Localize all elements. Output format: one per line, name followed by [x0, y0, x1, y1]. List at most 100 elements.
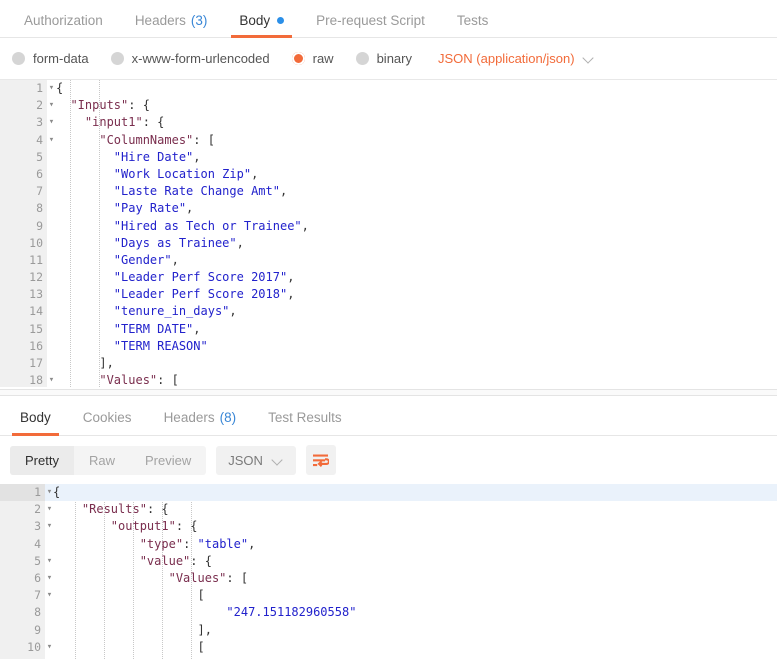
code-text: [ [45, 587, 777, 604]
response-body-editor[interactable]: 1▾{2▾ "Results": {3▾ "output1": {4 "type… [0, 484, 777, 659]
request-body-type-bar: form-datax-www-form-urlencodedrawbinary … [0, 38, 777, 80]
code-text: "type": "table", [45, 536, 777, 553]
request-panel: Authorization Headers(3) Body Pre-request S… [0, 0, 777, 389]
code-text: "Leader Perf Score 2018", [47, 286, 777, 303]
response-tab-headers[interactable]: Headers (8) [148, 411, 253, 436]
code-text: "Pay Rate", [47, 200, 777, 217]
tab-tests[interactable]: Tests [441, 14, 505, 38]
code-line: 9 ], [0, 622, 777, 639]
line-number: 4▾ [0, 132, 47, 149]
view-mode-raw[interactable]: Raw [74, 446, 130, 475]
code-text: "Days as Trainee", [47, 235, 777, 252]
code-token: "247.151182960558" [226, 605, 356, 619]
response-view-mode-group: PrettyRawPreview [10, 446, 206, 475]
word-wrap-button[interactable] [306, 445, 336, 475]
code-token: "value" [140, 554, 191, 568]
tab-count: (3) [191, 14, 208, 28]
code-token: "Hire Date" [114, 150, 193, 164]
code-text: "Inputs": { [47, 97, 777, 114]
code-token: : { [143, 115, 165, 129]
response-format-selector[interactable]: JSON [216, 446, 296, 475]
line-number: 8 [0, 604, 45, 621]
unsaved-indicator-icon [277, 17, 284, 24]
panel-splitter[interactable] [0, 389, 777, 396]
code-line: 7 "Laste Rate Change Amt", [0, 183, 777, 200]
response-format-label: JSON [228, 453, 263, 468]
code-text: [ [45, 639, 777, 656]
code-text: "value": { [45, 553, 777, 570]
code-token: ], [198, 623, 212, 637]
code-token: , [186, 201, 193, 215]
code-text: "Gender", [47, 252, 777, 269]
code-token: [ [198, 640, 205, 654]
code-token: , [248, 537, 255, 551]
line-number: 3▾ [0, 114, 47, 131]
code-text: { [47, 80, 777, 97]
tab-label: Headers [164, 411, 215, 425]
code-text: "Results": { [45, 501, 777, 518]
code-line: 8 "247.151182960558" [0, 604, 777, 621]
code-line: 5 "Hire Date", [0, 149, 777, 166]
line-number: 16 [0, 338, 47, 355]
code-line: 10▾ [ [0, 639, 777, 656]
code-line: 16 "TERM REASON" [0, 338, 777, 355]
request-body-editor[interactable]: 1▾{2▾ "Inputs": {3▾ "input1": {4▾ "Colum… [0, 80, 777, 387]
code-line: 4▾ "ColumnNames": [ [0, 132, 777, 149]
code-token: "Values" [99, 373, 157, 387]
line-number: 9 [0, 622, 45, 639]
tab-pre-request-script[interactable]: Pre-request Script [300, 14, 441, 38]
response-tab-bar: BodyCookies Headers (8) Test Results [0, 396, 777, 436]
code-text: ], [47, 355, 777, 372]
line-number: 5 [0, 149, 47, 166]
line-number: 8 [0, 200, 47, 217]
response-tab-test-results[interactable]: Test Results [252, 411, 358, 436]
response-tab-body[interactable]: Body [4, 411, 67, 436]
body-type-label: raw [313, 51, 334, 66]
response-toolbar: PrettyRawPreview JSON [0, 436, 777, 484]
body-type-radio-form-data[interactable]: form-data [12, 51, 89, 66]
code-line: 9 "Hired as Tech or Trainee", [0, 218, 777, 235]
code-token: : [183, 537, 197, 551]
view-mode-pretty[interactable]: Pretty [10, 446, 74, 475]
code-token: : { [147, 502, 169, 516]
body-type-radio-x-www-form-urlencoded[interactable]: x-www-form-urlencoded [111, 51, 270, 66]
content-type-label: JSON (application/json) [438, 51, 575, 66]
radio-icon [292, 52, 305, 65]
body-type-radio-raw[interactable]: raw [292, 51, 334, 66]
code-line: 4 "type": "table", [0, 536, 777, 553]
body-type-radio-binary[interactable]: binary [356, 51, 412, 66]
tab-authorization[interactable]: Authorization [8, 14, 119, 38]
tab-count: (8) [220, 411, 237, 425]
code-line: 12 "Leader Perf Score 2017", [0, 269, 777, 286]
code-token: , [302, 219, 309, 233]
code-line: 15 "TERM DATE", [0, 321, 777, 338]
code-line: 14 "tenure_in_days", [0, 303, 777, 320]
code-token: [ [198, 588, 205, 602]
word-wrap-icon [312, 453, 329, 468]
line-number: 2▾ [0, 501, 45, 518]
tab-body[interactable]: Body [223, 14, 300, 38]
code-text: "Values": [ [47, 372, 777, 387]
response-tab-cookies[interactable]: Cookies [67, 411, 148, 436]
code-token: "TERM REASON" [114, 339, 208, 353]
view-mode-preview[interactable]: Preview [130, 446, 206, 475]
code-line: 8 "Pay Rate", [0, 200, 777, 217]
content-type-selector[interactable]: JSON (application/json) [438, 51, 595, 66]
code-token: , [193, 322, 200, 336]
code-token: "input1" [85, 115, 143, 129]
code-token: "Leader Perf Score 2018" [114, 287, 287, 301]
line-number: 6▾ [0, 570, 45, 587]
tab-headers[interactable]: Headers(3) [119, 14, 224, 38]
code-token: "Inputs" [70, 98, 128, 112]
code-text: "TERM DATE", [47, 321, 777, 338]
code-text: "Laste Rate Change Amt", [47, 183, 777, 200]
code-token: : [ [193, 133, 215, 147]
tab-label: Body [239, 14, 270, 28]
tab-label: Authorization [24, 14, 103, 28]
line-number: 4 [0, 536, 45, 553]
code-line: 1▾{ [0, 80, 777, 97]
line-number: 17 [0, 355, 47, 372]
line-number: 10 [0, 235, 47, 252]
code-line: 1▾{ [0, 484, 777, 501]
code-token: "output1" [111, 519, 176, 533]
